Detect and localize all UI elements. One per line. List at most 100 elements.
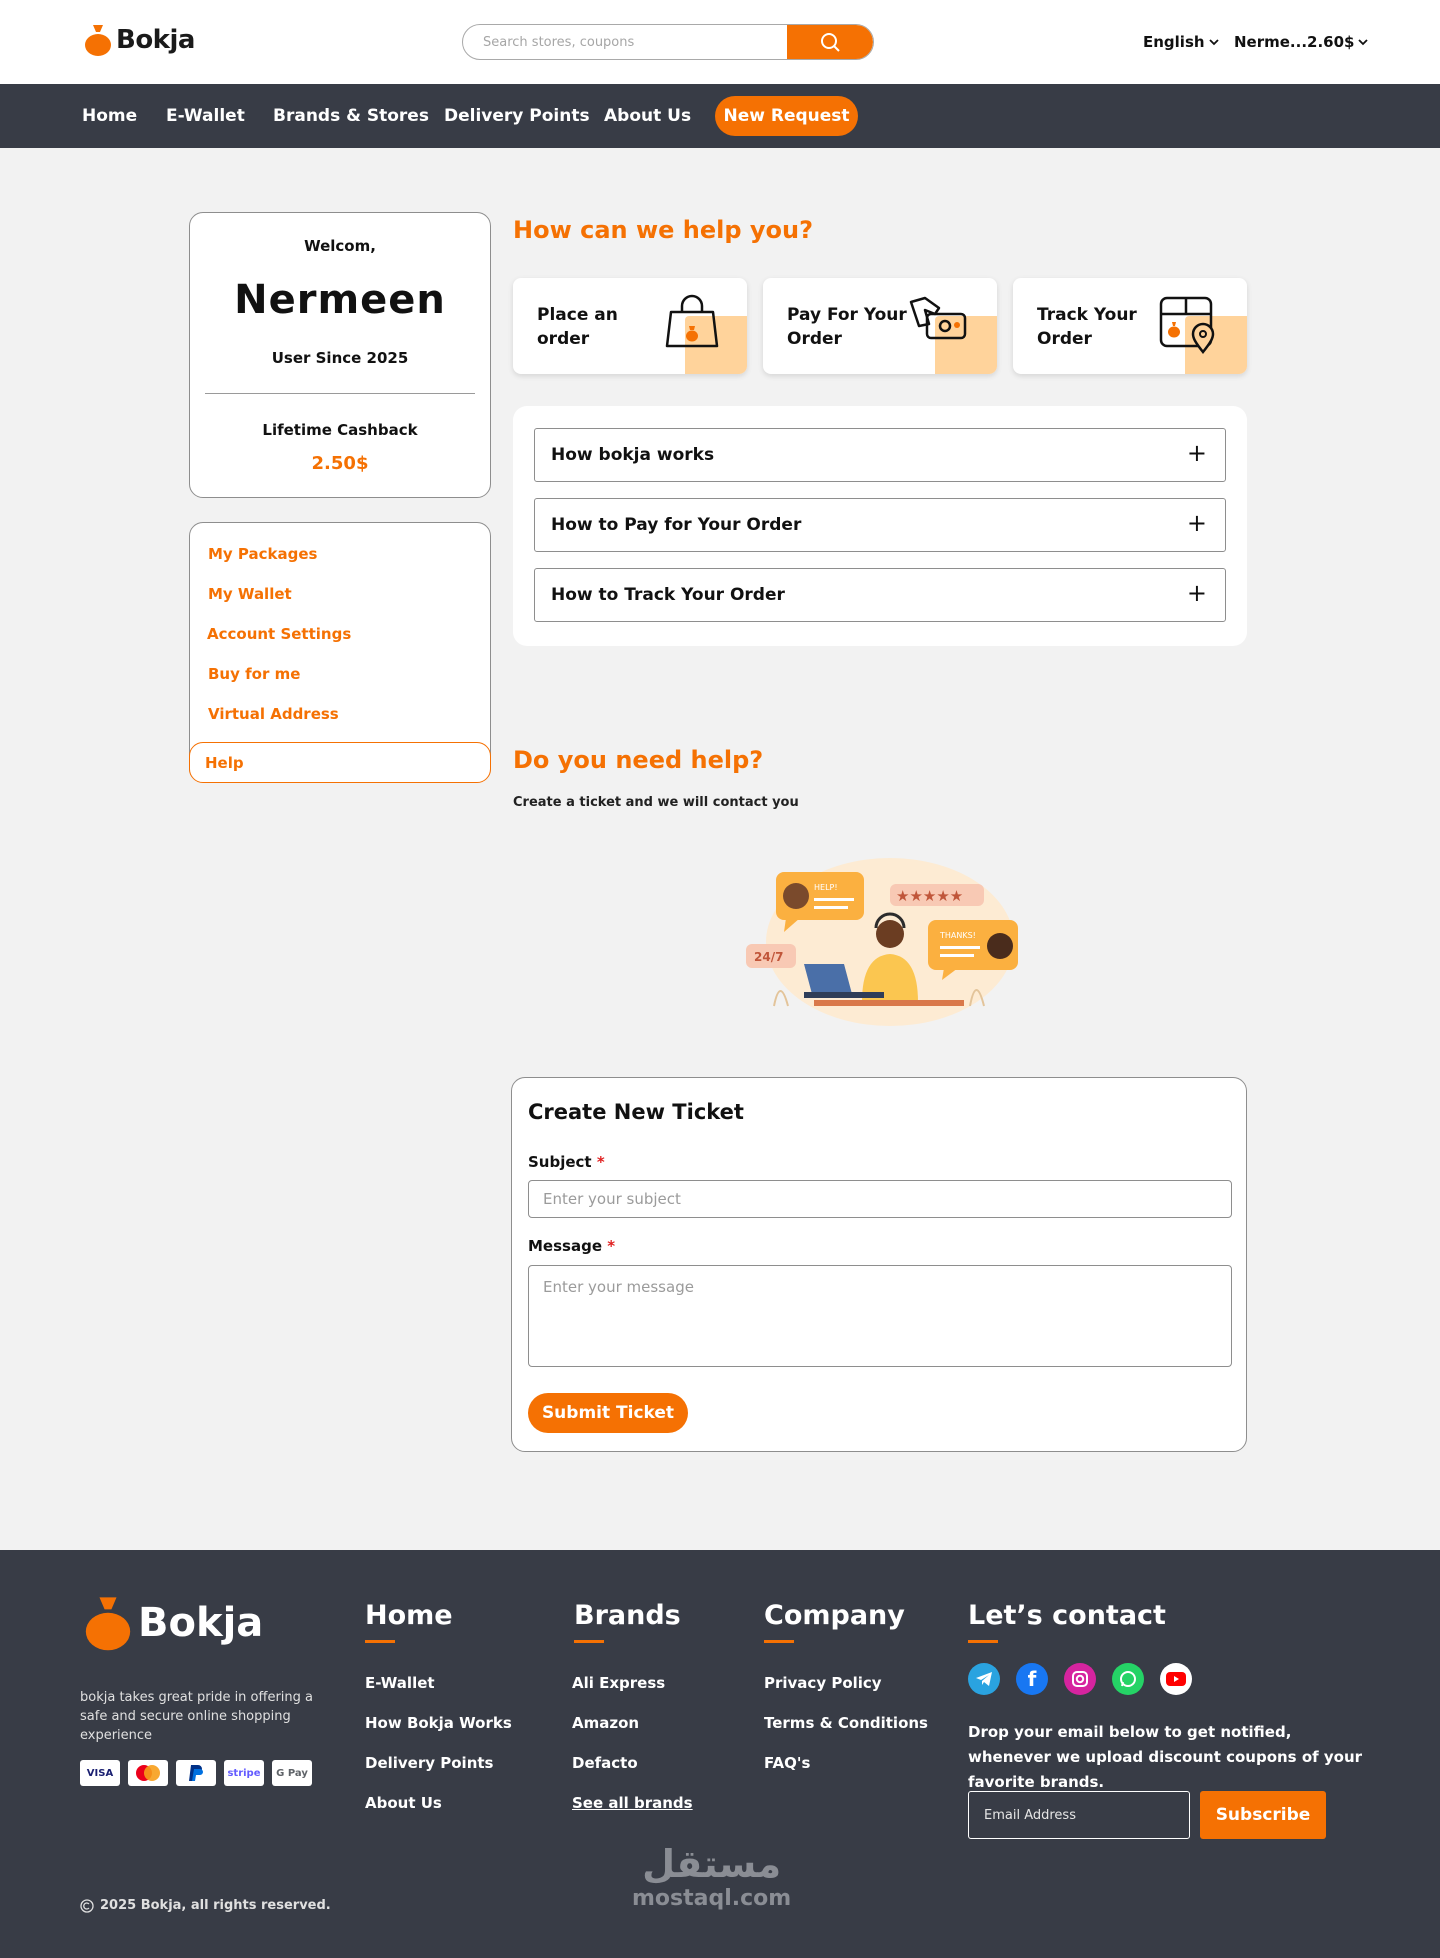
copyright-text: 2025 Bokja, all rights reserved. xyxy=(100,1898,331,1913)
faq-item[interactable]: How bokja works + xyxy=(534,428,1226,482)
footer-company-title: Company xyxy=(764,1600,905,1643)
sidemenu-help-label: Help xyxy=(205,754,244,772)
footer-link[interactable]: Amazon xyxy=(572,1714,639,1732)
footer: Bokja bokja takes great pride in offerin… xyxy=(0,1550,1440,1958)
user-since: User Since 2025 xyxy=(271,349,409,367)
nav-about-us[interactable]: About Us xyxy=(604,106,691,126)
cashback-label: Lifetime Cashback xyxy=(262,421,418,439)
footer-link[interactable]: FAQ's xyxy=(764,1754,810,1772)
see-all-brands-link[interactable]: See all brands xyxy=(572,1794,693,1812)
help-card-label: Track Your Order xyxy=(1037,305,1137,349)
faq-question: How to Pay for Your Order xyxy=(551,515,802,535)
watermark-english: mostaql.com xyxy=(632,1886,792,1911)
paypal-icon xyxy=(176,1760,216,1786)
thanks-bubble-text: THANKS! xyxy=(939,931,976,940)
copyright: 2025 Bokja, all rights reserved. xyxy=(80,1898,331,1913)
subject-label: Subject * xyxy=(528,1153,605,1171)
instagram-icon[interactable] xyxy=(1064,1663,1096,1695)
footer-link[interactable]: Defacto xyxy=(572,1754,638,1772)
plus-icon: + xyxy=(1186,509,1207,537)
mastercard-icon xyxy=(128,1760,168,1786)
shopping-bag-icon xyxy=(665,294,719,348)
telegram-icon[interactable] xyxy=(968,1663,1000,1695)
account-label: Nerme...2.60$ xyxy=(1234,33,1355,51)
chevron-down-icon xyxy=(1208,39,1219,46)
brand-logo[interactable]: Bokja xyxy=(84,23,195,57)
footer-link[interactable]: Terms & Conditions xyxy=(764,1714,928,1732)
new-request-button[interactable]: New Request xyxy=(715,96,858,136)
footer-logo[interactable]: Bokja xyxy=(84,1594,263,1652)
footer-link[interactable]: Privacy Policy xyxy=(764,1674,882,1692)
search-input[interactable] xyxy=(463,25,789,59)
create-ticket-form: Create New Ticket Subject * Message * Su… xyxy=(511,1077,1247,1452)
sidemenu-help[interactable]: Help xyxy=(189,742,491,783)
newsletter-text: Drop your email below to get notified, w… xyxy=(968,1723,1363,1791)
rating-stars-icon: ★★★★★ xyxy=(896,887,963,905)
support-title: Do you need help? xyxy=(513,746,764,774)
nav-delivery-points[interactable]: Delivery Points xyxy=(444,106,590,126)
help-card-label: Place an order xyxy=(537,305,618,349)
help-bubble-text: HELP! xyxy=(814,883,838,892)
search-button[interactable] xyxy=(787,25,873,59)
youtube-icon[interactable] xyxy=(1160,1663,1192,1695)
facebook-icon[interactable]: f xyxy=(1016,1663,1048,1695)
sidemenu-my-packages[interactable]: My Packages xyxy=(208,545,317,563)
footer-home-title: Home xyxy=(365,1600,453,1643)
required-mark: * xyxy=(596,1153,605,1171)
footer-link[interactable]: E-Wallet xyxy=(365,1674,435,1692)
pay-hand-icon xyxy=(909,296,967,340)
newsletter-email-input[interactable] xyxy=(968,1791,1190,1839)
help-title: How can we help you? xyxy=(513,216,814,244)
help-card-track-order[interactable]: Track Your Order xyxy=(1013,278,1247,374)
money-bag-icon xyxy=(85,25,111,56)
message-textarea[interactable] xyxy=(528,1265,1232,1367)
language-selector[interactable]: English xyxy=(1143,33,1219,51)
ticket-title: Create New Ticket xyxy=(528,1100,744,1124)
sidemenu-account-settings[interactable]: Account Settings xyxy=(207,625,351,643)
account-menu[interactable]: Nerme...2.60$ xyxy=(1234,33,1369,51)
footer-link[interactable]: Delivery Points xyxy=(365,1754,493,1772)
language-label: English xyxy=(1143,33,1205,51)
help-card-label: Pay For Your Order xyxy=(787,305,907,349)
google-pay-icon: G Pay xyxy=(272,1760,312,1786)
plus-icon: + xyxy=(1186,439,1207,467)
support-agent-illustration: HELP! ★★★★★ THANKS! 24/7 xyxy=(746,858,1018,1026)
footer-description: bokja takes great pride in offering a sa… xyxy=(80,1690,314,1743)
sidemenu-virtual-address[interactable]: Virtual Address xyxy=(208,705,339,723)
hours-tag-text: 24/7 xyxy=(754,950,783,964)
cashback-value: 2.50$ xyxy=(311,453,369,474)
faq-question: How to Track Your Order xyxy=(551,585,785,605)
required-mark: * xyxy=(607,1237,616,1255)
top-header: Bokja English Nerme...2.60$ xyxy=(0,0,1440,84)
sidemenu-buy-for-me[interactable]: Buy for me xyxy=(208,665,300,683)
search-bar xyxy=(462,24,874,60)
subscribe-button[interactable]: Subscribe xyxy=(1200,1791,1326,1839)
package-location-icon xyxy=(1159,296,1215,354)
faq-item[interactable]: How to Track Your Order + xyxy=(534,568,1226,622)
footer-link[interactable]: Ali Express xyxy=(572,1674,665,1692)
nav-e-wallet[interactable]: E-Wallet xyxy=(166,106,245,126)
message-label: Message * xyxy=(528,1237,615,1255)
nav-home[interactable]: Home xyxy=(82,106,137,126)
sidemenu-my-wallet[interactable]: My Wallet xyxy=(208,585,292,603)
profile-card: Welcom, Nermeen User Since 2025 Lifetime… xyxy=(189,212,491,498)
footer-link[interactable]: How Bokja Works xyxy=(365,1714,512,1732)
submit-ticket-button[interactable]: Submit Ticket xyxy=(528,1393,688,1433)
nav-brands-stores[interactable]: Brands & Stores xyxy=(273,106,429,126)
support-subtitle: Create a ticket and we will contact you xyxy=(513,795,799,810)
search-icon xyxy=(821,33,840,52)
whatsapp-icon[interactable] xyxy=(1112,1663,1144,1695)
divider xyxy=(205,393,475,394)
money-bag-icon xyxy=(85,1597,131,1651)
message-label-text: Message xyxy=(528,1237,602,1255)
footer-link[interactable]: About Us xyxy=(365,1794,442,1812)
help-card-pay-order[interactable]: Pay For Your Order xyxy=(763,278,997,374)
footer-brands-title: Brands xyxy=(574,1600,681,1643)
help-card-place-order[interactable]: Place an order xyxy=(513,278,747,374)
stripe-icon: stripe xyxy=(224,1760,264,1786)
main-nav: Home E-Wallet Brands & Stores Delivery P… xyxy=(0,84,1440,148)
footer-contact-title: Let’s contact xyxy=(968,1600,1166,1643)
faq-panel: How bokja works + How to Pay for Your Or… xyxy=(513,406,1247,646)
faq-item[interactable]: How to Pay for Your Order + xyxy=(534,498,1226,552)
subject-input[interactable] xyxy=(528,1180,1232,1218)
